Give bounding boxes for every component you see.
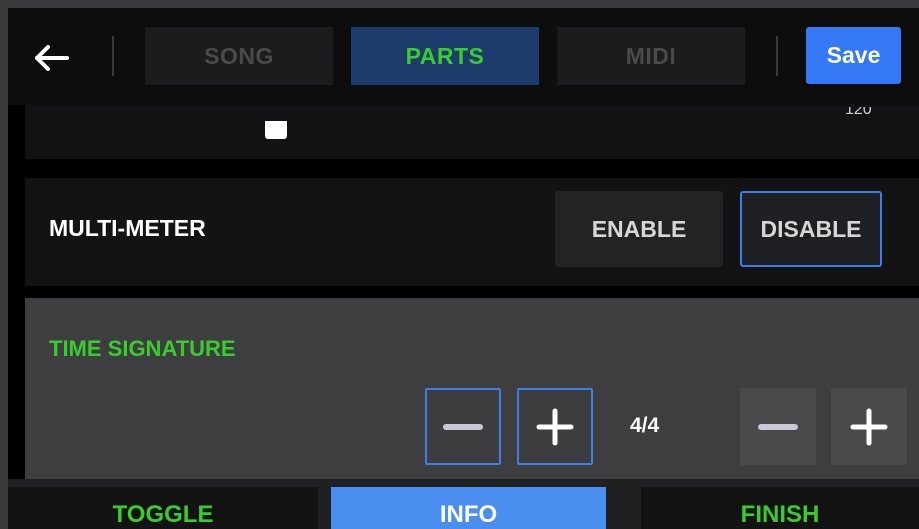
finish-button[interactable]: FINISH: [641, 487, 919, 529]
info-button[interactable]: INFO: [331, 487, 606, 529]
header-divider: [112, 36, 114, 76]
time-signature-value: 4/4: [630, 414, 660, 437]
back-button[interactable]: [26, 36, 76, 80]
tab-song[interactable]: SONG: [145, 27, 333, 85]
minus-icon: [758, 423, 798, 430]
bottom-action-bar: TOGGLE INFO FINISH: [8, 479, 919, 529]
plus-icon: [850, 408, 888, 445]
save-button[interactable]: Save: [806, 27, 901, 84]
slider-handle[interactable]: [265, 121, 287, 139]
tempo-value: 120: [845, 107, 872, 117]
multi-meter-row: MULTI-METER ENABLE DISABLE: [25, 178, 919, 286]
toggle-button[interactable]: TOGGLE: [8, 487, 318, 529]
denominator-minus-button[interactable]: [740, 388, 816, 465]
header-divider: [776, 36, 778, 76]
app-frame: SONG PARTS MIDI Save 120 MULTI-METER ENA…: [8, 8, 919, 529]
top-bar: SONG PARTS MIDI Save: [8, 8, 919, 105]
minus-icon: [443, 423, 483, 430]
denominator-plus-button[interactable]: [831, 388, 907, 465]
numerator-minus-button[interactable]: [425, 388, 501, 465]
tempo-row-partial: 120: [25, 105, 919, 159]
numerator-plus-button[interactable]: [517, 388, 593, 465]
tab-midi[interactable]: MIDI: [557, 27, 745, 85]
disable-button[interactable]: DISABLE: [740, 191, 882, 267]
multi-meter-label: MULTI-METER: [49, 215, 206, 241]
tab-parts[interactable]: PARTS: [351, 27, 539, 85]
enable-button[interactable]: ENABLE: [555, 191, 723, 267]
plus-icon: [536, 408, 574, 445]
arrow-left-icon: [35, 45, 69, 71]
time-signature-label: TIME SIGNATURE: [49, 336, 236, 361]
